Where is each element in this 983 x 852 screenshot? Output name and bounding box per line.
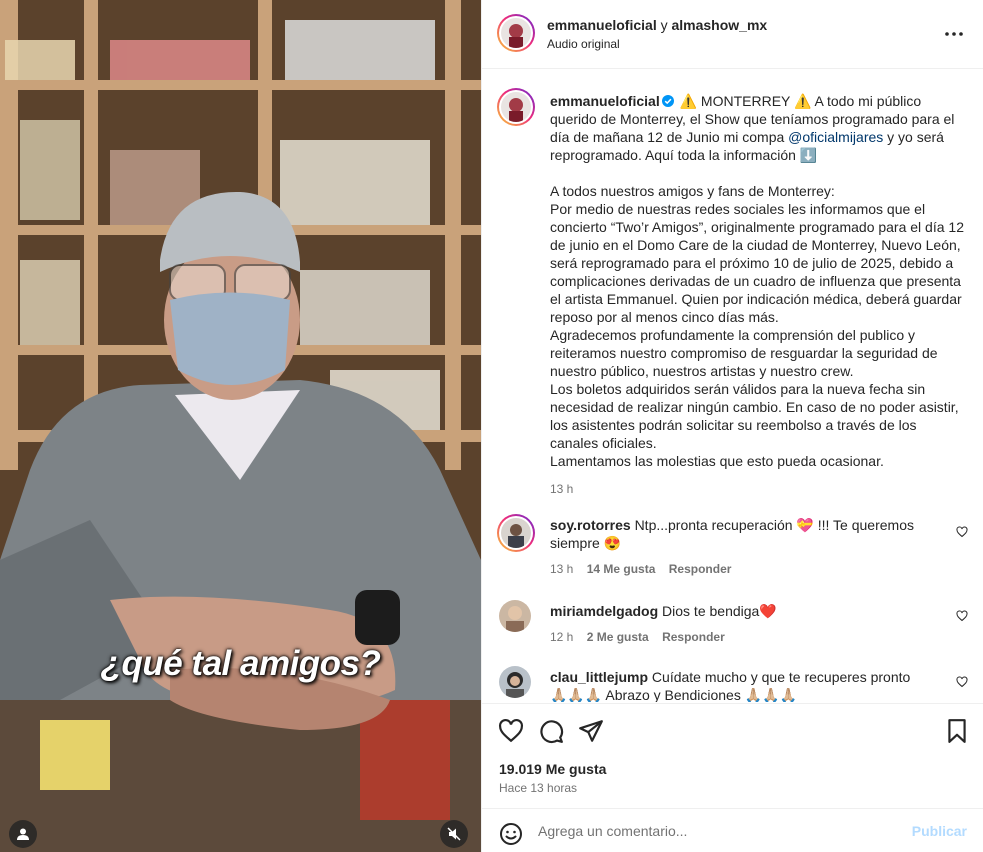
reel-video[interactable]: ¿qué tal amigos? — [0, 0, 481, 852]
paper-plane-icon — [579, 720, 603, 742]
header-joiner: y — [660, 17, 668, 33]
emoji-icon — [500, 823, 522, 845]
reply-button[interactable]: Responder — [669, 562, 732, 576]
post-caption: emmanueloficial ⚠️ MONTERREY ⚠️ A todo m… — [550, 92, 968, 498]
header-collab-username-link[interactable]: almashow_mx — [671, 17, 767, 33]
heart-icon — [956, 526, 968, 538]
comment-text: Dios te bendiga❤️ — [662, 603, 777, 619]
comment-username-link[interactable]: clau_littlejump — [550, 669, 648, 685]
likes-count[interactable]: 19.019 Me gusta — [499, 761, 606, 777]
reply-button[interactable]: Responder — [662, 630, 725, 644]
caption-mention-link[interactable]: @oficialmijares — [788, 129, 883, 145]
emoji-button[interactable] — [499, 822, 523, 846]
share-button[interactable] — [578, 718, 604, 744]
comment-avatar[interactable] — [499, 600, 531, 632]
like-comment-button[interactable] — [956, 526, 968, 538]
comment-username-link[interactable]: soy.rotorres — [550, 517, 631, 533]
comment-age[interactable]: 13 h — [550, 562, 573, 576]
comment-item: clau_littlejump Cuídate mucho y que te r… — [550, 668, 930, 702]
comment-icon — [540, 720, 564, 744]
bookmark-icon — [948, 719, 966, 743]
publish-button[interactable]: Publicar — [912, 823, 967, 839]
account-avatar[interactable] — [497, 14, 535, 52]
caption-paragraph: Los boletos adquiridos serán válidos par… — [550, 381, 959, 451]
heart-icon — [499, 718, 523, 743]
comment-item: soy.rotorres Ntp...pronta recuperación 💝… — [550, 516, 930, 578]
heart-icon — [956, 676, 968, 688]
user-icon — [17, 828, 29, 840]
comment-likes[interactable]: 14 Me gusta — [587, 562, 656, 576]
comment-avatar[interactable] — [497, 514, 535, 552]
caption-age[interactable]: 13 h — [550, 480, 968, 498]
tagged-users-button[interactable] — [9, 820, 37, 848]
caption-paragraph: A todos nuestros amigos y fans de Monter… — [550, 183, 835, 199]
comment-likes[interactable]: 2 Me gusta — [587, 630, 649, 644]
more-horizontal-icon — [945, 32, 963, 36]
caption-username-link[interactable]: emmanueloficial — [550, 93, 660, 109]
post-actions: 19.019 Me gusta Hace 13 horas — [482, 703, 983, 808]
caption-avatar[interactable] — [497, 88, 535, 126]
video-frame — [0, 0, 481, 852]
comments-scroll-area[interactable]: emmanueloficial ⚠️ MONTERREY ⚠️ A todo m… — [482, 70, 983, 702]
post-time[interactable]: Hace 13 horas — [499, 781, 577, 795]
comment-item: miriamdelgadog Dios te bendiga❤️ 12 h 2 … — [550, 602, 930, 646]
post-details-panel: emmanueloficial y almashow_mx Audio orig… — [481, 0, 983, 852]
audio-link[interactable]: Audio original — [547, 37, 620, 51]
header-username-link[interactable]: emmanueloficial — [547, 17, 657, 33]
verified-badge-icon — [661, 95, 674, 107]
comment-avatar[interactable] — [499, 666, 531, 698]
speaker-muted-icon — [447, 827, 461, 841]
like-button[interactable] — [498, 718, 524, 744]
mute-button[interactable] — [440, 820, 468, 848]
caption-paragraph: Lamentamos las molestias que esto pueda … — [550, 453, 884, 469]
like-comment-button[interactable] — [956, 610, 968, 622]
heart-icon — [956, 610, 968, 622]
like-comment-button[interactable] — [956, 676, 968, 688]
save-button[interactable] — [944, 718, 970, 744]
add-comment-bar: Publicar — [482, 808, 983, 852]
comment-button[interactable] — [538, 718, 564, 744]
comment-input[interactable] — [538, 820, 898, 842]
video-overlay-caption: ¿qué tal amigos? — [100, 644, 381, 683]
post-header: emmanueloficial y almashow_mx Audio orig… — [482, 0, 983, 69]
comment-username-link[interactable]: miriamdelgadog — [550, 603, 658, 619]
caption-paragraph: Por medio de nuestras redes sociales les… — [550, 201, 964, 325]
more-options-button[interactable] — [944, 24, 964, 44]
caption-paragraph: Agradecemos profundamente la comprensión… — [550, 327, 938, 379]
comment-age[interactable]: 12 h — [550, 630, 573, 644]
